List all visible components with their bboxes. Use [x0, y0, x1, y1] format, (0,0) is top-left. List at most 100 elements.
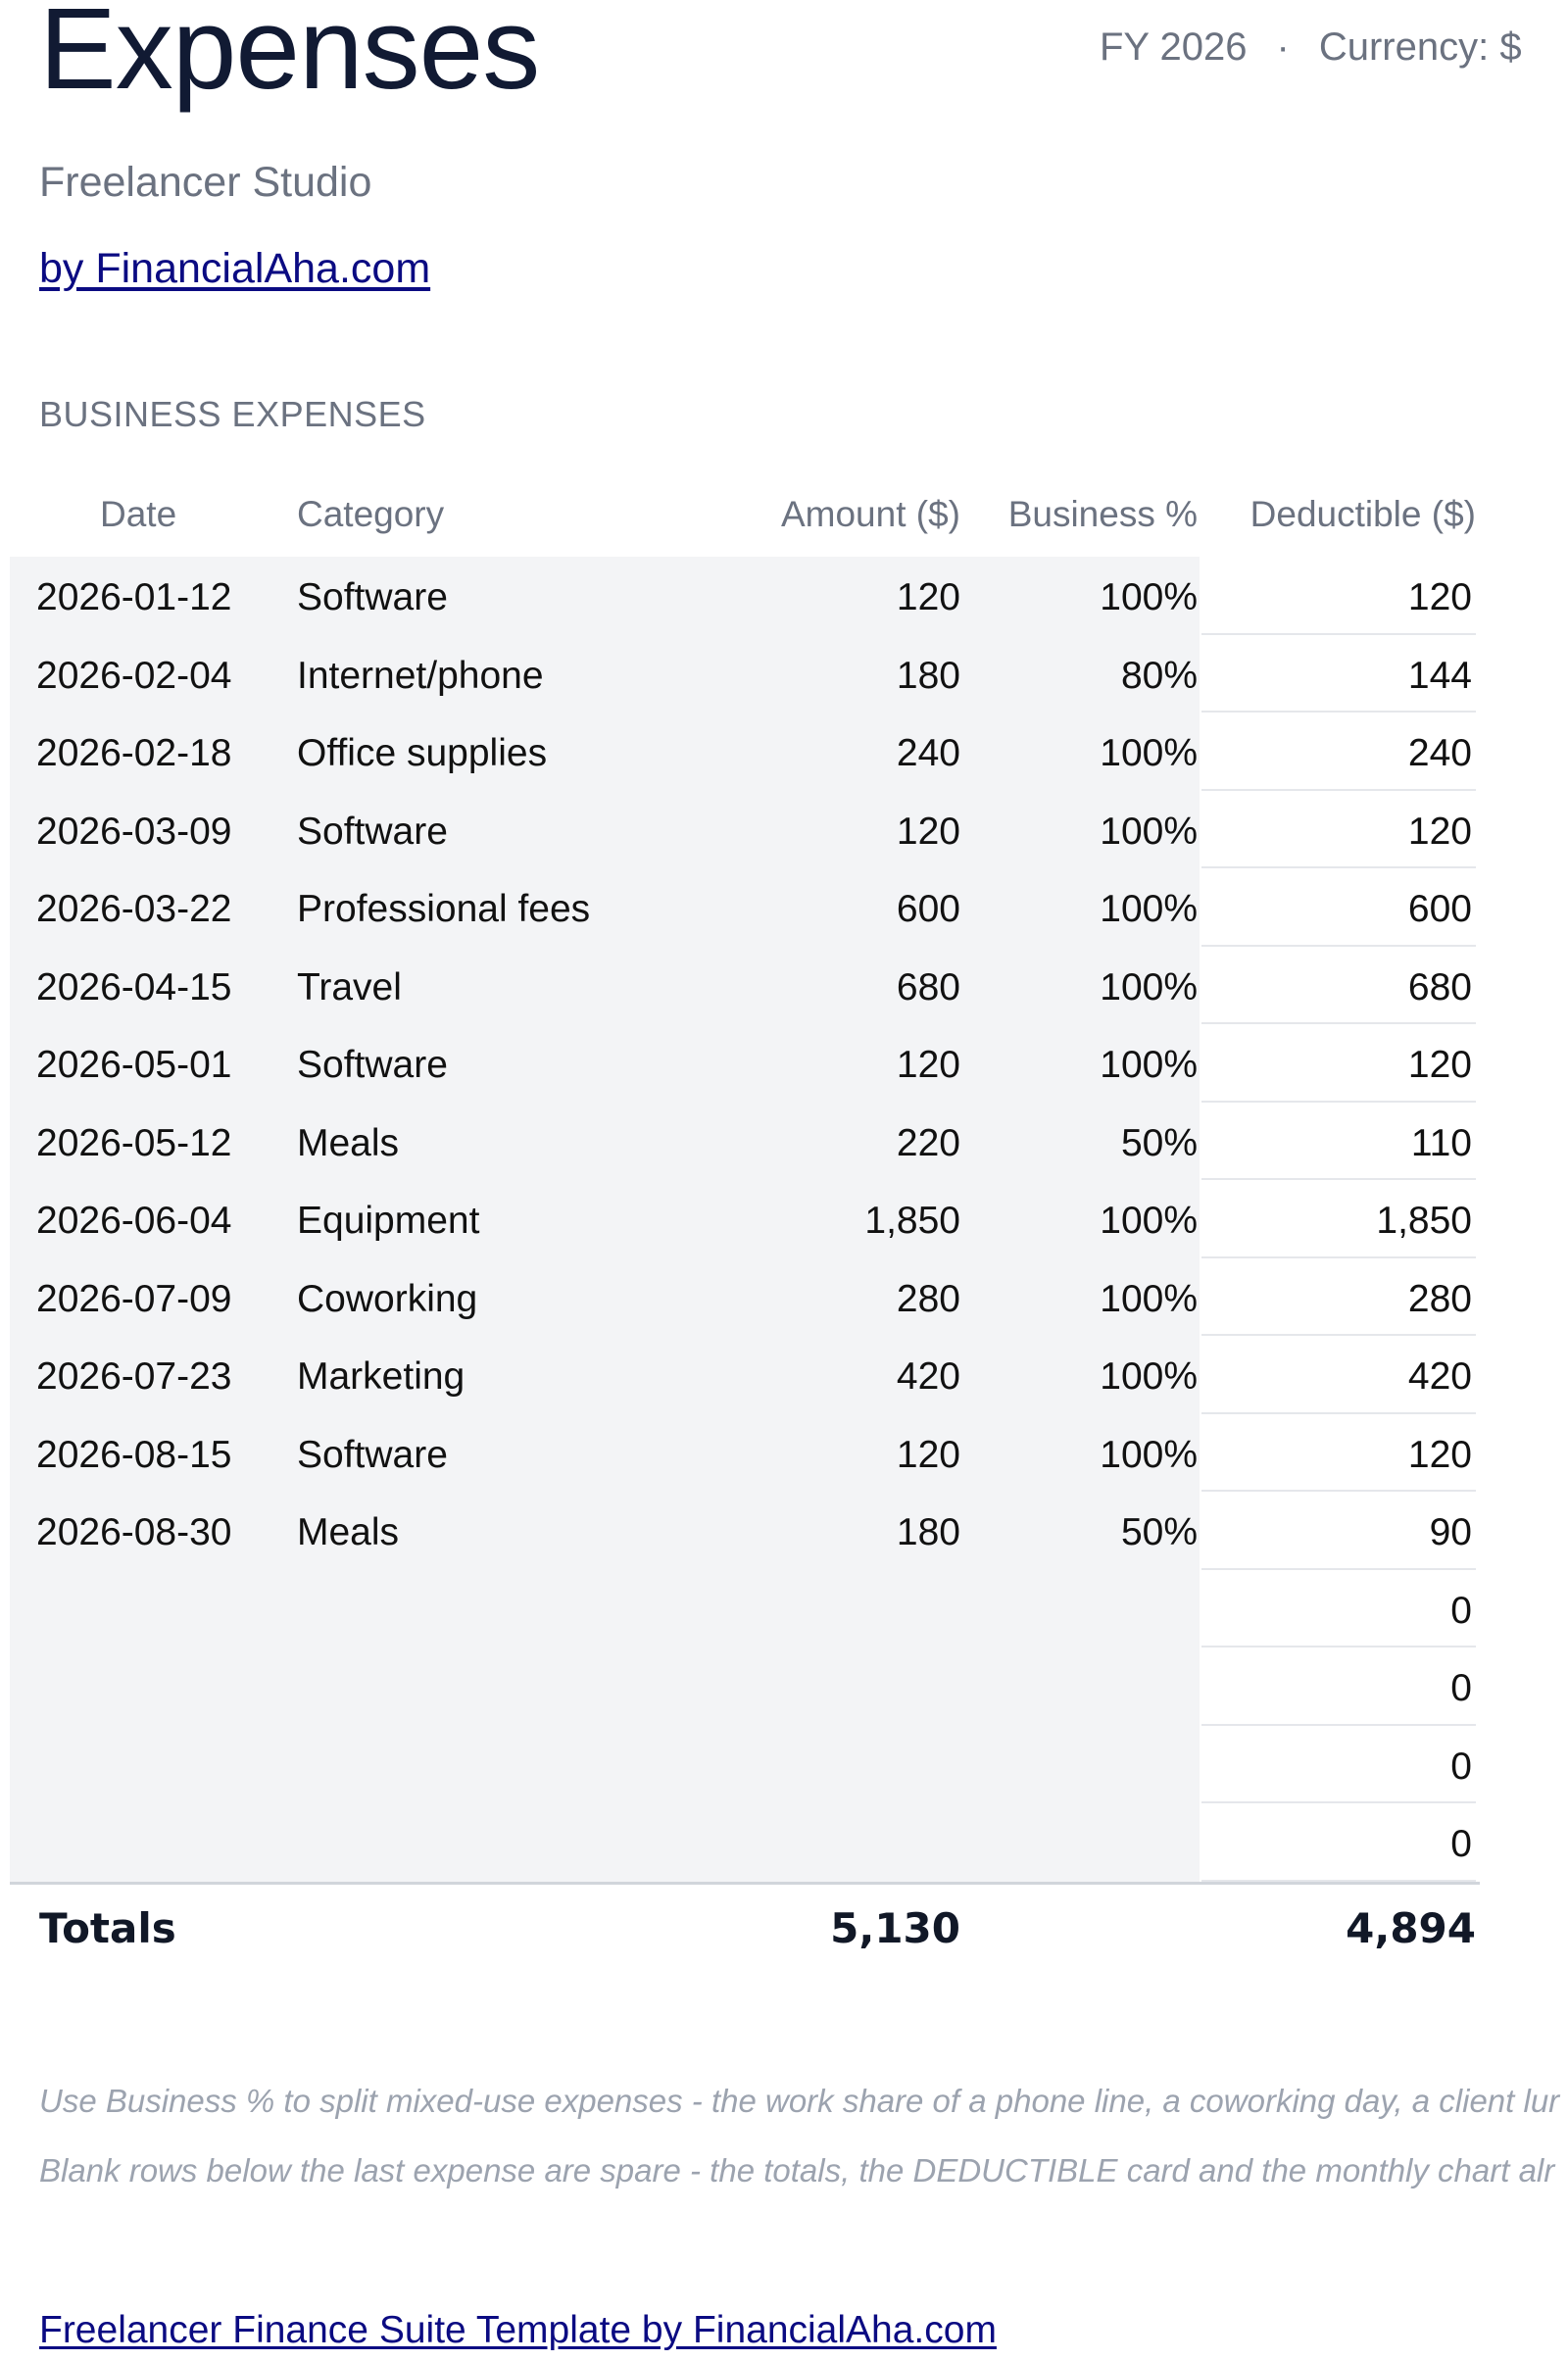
- cell-deductible: 0: [1201, 1648, 1476, 1726]
- meta-separator: ·: [1276, 25, 1290, 69]
- cell-deductible: 0: [1201, 1803, 1476, 1882]
- cell-deductible: 120: [1201, 790, 1476, 868]
- table-row: 0: [10, 1725, 1480, 1803]
- cell-category[interactable]: Meals: [297, 1103, 399, 1181]
- totals-row: Totals 5,130 4,894: [10, 1885, 1480, 1983]
- cell-date[interactable]: 2026-04-15: [36, 947, 232, 1025]
- cell-deductible: 280: [1201, 1257, 1476, 1336]
- cell-amount[interactable]: 240: [897, 713, 960, 791]
- table-row: 2026-06-04 Equipment 1,850 100% 1,850: [10, 1180, 1480, 1258]
- cell-date[interactable]: 2026-02-18: [36, 713, 232, 791]
- table-row: 2026-05-12 Meals 220 50% 110: [10, 1102, 1480, 1181]
- table-row: 2026-07-23 Marketing 420 100% 420: [10, 1336, 1480, 1414]
- cell-amount[interactable]: 180: [897, 1492, 960, 1570]
- cell-business-pct[interactable]: 100%: [1100, 1336, 1198, 1414]
- cell-category[interactable]: Software: [297, 557, 448, 635]
- cell-date[interactable]: 2026-02-04: [36, 635, 232, 713]
- cell-deductible: 144: [1201, 634, 1476, 713]
- column-header-date: Date: [100, 494, 177, 534]
- cell-deductible: 0: [1201, 1569, 1476, 1648]
- page-title: Expenses: [39, 0, 540, 114]
- table-row: 0: [10, 1569, 1480, 1648]
- table-row: 2026-02-18 Office supplies 240 100% 240: [10, 713, 1480, 791]
- cell-business-pct[interactable]: 100%: [1100, 713, 1198, 791]
- column-header-business-pct: Business %: [1007, 494, 1198, 534]
- cell-date[interactable]: 2026-08-15: [36, 1414, 232, 1493]
- cell-business-pct[interactable]: 100%: [1100, 1414, 1198, 1493]
- business-name: Freelancer Studio: [39, 159, 372, 206]
- table-body: 2026-01-12 Software 120 100% 120 2026-02-04 In…: [10, 557, 1480, 1882]
- cell-amount[interactable]: 1,850: [864, 1180, 960, 1258]
- cell-deductible: 120: [1201, 557, 1476, 635]
- cell-business-pct[interactable]: 100%: [1100, 947, 1198, 1025]
- cell-business-pct[interactable]: 50%: [1121, 1492, 1198, 1570]
- cell-category[interactable]: Coworking: [297, 1258, 477, 1337]
- section-label: BUSINESS EXPENSES: [39, 394, 426, 434]
- cell-business-pct[interactable]: 100%: [1100, 1024, 1198, 1103]
- cell-date[interactable]: 2026-03-09: [36, 791, 232, 869]
- fiscal-year: FY 2026: [1100, 25, 1248, 69]
- cell-amount[interactable]: 220: [897, 1103, 960, 1181]
- header-meta: FY 2026 · Currency: $: [1100, 25, 1522, 70]
- cell-business-pct[interactable]: 100%: [1100, 1258, 1198, 1337]
- cell-amount[interactable]: 600: [897, 868, 960, 947]
- cell-amount[interactable]: 680: [897, 947, 960, 1025]
- cell-category[interactable]: Meals: [297, 1492, 399, 1570]
- cell-date[interactable]: 2026-08-30: [36, 1492, 232, 1570]
- cell-date[interactable]: 2026-01-12: [36, 557, 232, 635]
- cell-business-pct[interactable]: 100%: [1100, 557, 1198, 635]
- table-row: 2026-01-12 Software 120 100% 120: [10, 557, 1480, 635]
- cell-business-pct[interactable]: 100%: [1100, 791, 1198, 869]
- totals-label: Totals: [39, 1903, 176, 1952]
- cell-amount[interactable]: 120: [897, 1024, 960, 1103]
- cell-category[interactable]: Marketing: [297, 1336, 465, 1414]
- cell-date[interactable]: 2026-07-09: [36, 1258, 232, 1337]
- table-row: 2026-08-30 Meals 180 50% 90: [10, 1492, 1480, 1570]
- cell-deductible: 120: [1201, 1413, 1476, 1492]
- cell-amount[interactable]: 120: [897, 791, 960, 869]
- cell-category[interactable]: Software: [297, 1414, 448, 1493]
- column-header-category: Category: [297, 494, 445, 534]
- currency-label: Currency: $: [1318, 25, 1522, 69]
- total-deductible: 4,894: [1346, 1903, 1476, 1952]
- cell-category[interactable]: Equipment: [297, 1180, 479, 1258]
- cell-amount[interactable]: 120: [897, 557, 960, 635]
- total-amount: 5,130: [830, 1903, 960, 1952]
- cell-date[interactable]: 2026-05-01: [36, 1024, 232, 1103]
- expenses-table: Date Category Amount ($) Business % Dedu…: [10, 480, 1480, 1983]
- table-row: 2026-07-09 Coworking 280 100% 280: [10, 1257, 1480, 1337]
- cell-deductible: 0: [1201, 1725, 1476, 1803]
- cell-business-pct[interactable]: 50%: [1121, 1103, 1198, 1181]
- cell-deductible: 420: [1201, 1336, 1476, 1414]
- cell-category[interactable]: Software: [297, 1024, 448, 1103]
- cell-business-pct[interactable]: 80%: [1121, 635, 1198, 713]
- cell-deductible: 90: [1201, 1492, 1476, 1570]
- cell-deductible: 680: [1201, 946, 1476, 1024]
- table-row: 2026-03-22 Professional fees 600 100% 600: [10, 868, 1480, 947]
- column-header-amount: Amount ($): [780, 494, 960, 534]
- table-row: 0: [10, 1648, 1480, 1726]
- table-header: Date Category Amount ($) Business % Dedu…: [10, 480, 1480, 557]
- cell-category[interactable]: Travel: [297, 947, 402, 1025]
- cell-amount[interactable]: 420: [897, 1336, 960, 1414]
- cell-category[interactable]: Professional fees: [297, 868, 590, 947]
- cell-category[interactable]: Office supplies: [297, 713, 547, 791]
- cell-amount[interactable]: 180: [897, 635, 960, 713]
- cell-date[interactable]: 2026-07-23: [36, 1336, 232, 1414]
- table-row: 2026-08-15 Software 120 100% 120: [10, 1413, 1480, 1493]
- footer-link[interactable]: Freelancer Finance Suite Template by Fin…: [39, 2309, 997, 2352]
- cell-business-pct[interactable]: 100%: [1100, 868, 1198, 947]
- cell-amount[interactable]: 120: [897, 1414, 960, 1493]
- cell-date[interactable]: 2026-03-22: [36, 868, 232, 947]
- note-blank-rows: Blank rows below the last expense are sp…: [39, 2152, 1555, 2189]
- cell-business-pct[interactable]: 100%: [1100, 1180, 1198, 1258]
- cell-category[interactable]: Software: [297, 791, 448, 869]
- note-business-pct: Use Business % to split mixed-use expens…: [39, 2083, 1560, 2119]
- cell-date[interactable]: 2026-05-12: [36, 1103, 232, 1181]
- cell-date[interactable]: 2026-06-04: [36, 1180, 232, 1258]
- byline-link[interactable]: by FinancialAha.com: [39, 245, 430, 293]
- cell-category[interactable]: Internet/phone: [297, 635, 544, 713]
- cell-deductible: 600: [1201, 868, 1476, 947]
- table-row: 2026-04-15 Travel 680 100% 680: [10, 946, 1480, 1025]
- cell-amount[interactable]: 280: [897, 1258, 960, 1337]
